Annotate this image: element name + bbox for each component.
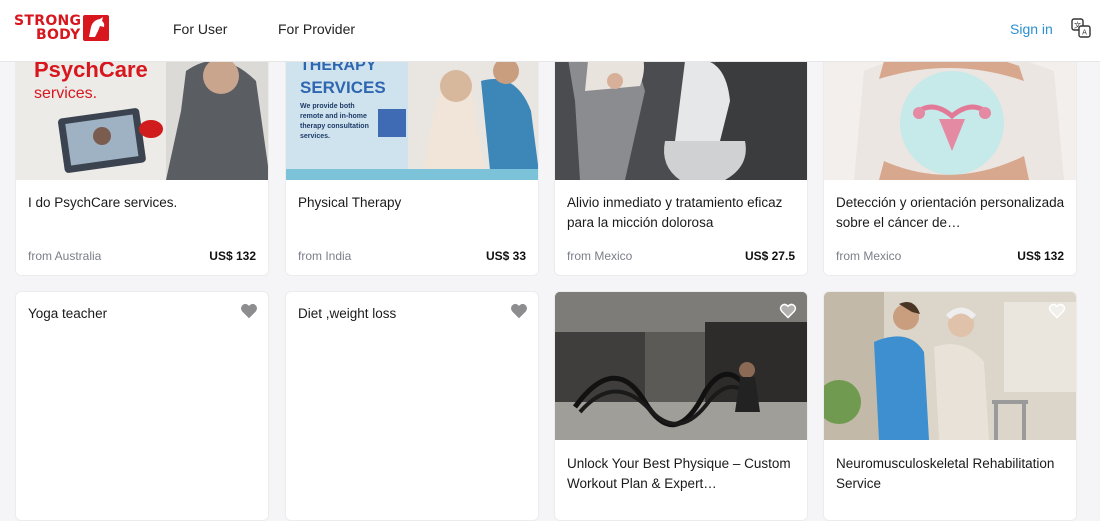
service-card[interactable]: Unlock Your Best Physique – Custom Worko…	[554, 291, 808, 521]
service-origin: from Australia	[28, 249, 102, 263]
heart-icon[interactable]	[240, 303, 258, 319]
horse-logo-icon	[83, 15, 110, 41]
service-price: US$ 33	[485, 249, 526, 263]
service-image	[824, 292, 1076, 440]
logo-line2: BODY	[36, 27, 81, 43]
heart-icon[interactable]	[779, 303, 797, 319]
service-image	[555, 292, 807, 440]
service-title[interactable]: Physical Therapy	[298, 193, 528, 213]
svg-text:A: A	[1082, 29, 1087, 37]
service-title[interactable]: Unlock Your Best Physique – Custom Worko…	[567, 454, 797, 494]
service-title[interactable]: Detección y orientación personalizada so…	[836, 193, 1066, 233]
service-title[interactable]: Neuromusculoskeletal Rehabilitation Serv…	[836, 454, 1066, 494]
image-subheading: services.	[34, 85, 98, 102]
strongbody-logo[interactable]: STRONG BODY	[14, 14, 110, 43]
image-caption: We provide both remote and in-home thera…	[300, 103, 369, 140]
service-origin: from Mexico	[567, 249, 633, 263]
service-card[interactable]: Alivio inmediato y tratamiento eficaz pa…	[554, 40, 808, 276]
top-header: STRONG BODY For User For Provider Sign i…	[0, 0, 1100, 62]
service-title[interactable]: Diet ,weight loss	[298, 304, 528, 324]
nav-for-provider[interactable]: For Provider	[278, 21, 355, 37]
service-card[interactable]: THERAPY SERVICES We provide both remote …	[285, 40, 539, 276]
heart-icon[interactable]	[1048, 303, 1066, 319]
service-card[interactable]: Yoga teacher	[15, 291, 269, 521]
nav-for-user[interactable]: For User	[173, 21, 227, 37]
service-card[interactable]: Diet ,weight loss	[285, 291, 539, 521]
service-title[interactable]: Yoga teacher	[28, 304, 258, 324]
service-origin: from Mexico	[836, 249, 902, 263]
sign-in-link[interactable]: Sign in	[1010, 21, 1053, 37]
service-card[interactable]: Neuromusculoskeletal Rehabilitation Serv…	[823, 291, 1077, 521]
translate-icon[interactable]: 文 A	[1071, 18, 1091, 38]
image-subheading: SERVICES	[300, 78, 386, 97]
heart-icon[interactable]	[510, 303, 528, 319]
service-price: US$ 27.5	[744, 249, 795, 263]
service-card[interactable]: Detección y orientación personalizada so…	[823, 40, 1077, 276]
service-title[interactable]: Alivio inmediato y tratamiento eficaz pa…	[567, 193, 797, 233]
service-card[interactable]: PsychCare services. I do PsychCare servi…	[15, 40, 269, 276]
service-price: US$ 132	[209, 249, 256, 263]
service-title[interactable]: I do PsychCare services.	[28, 193, 258, 213]
service-origin: from India	[298, 249, 352, 263]
service-price: US$ 132	[1017, 249, 1064, 263]
